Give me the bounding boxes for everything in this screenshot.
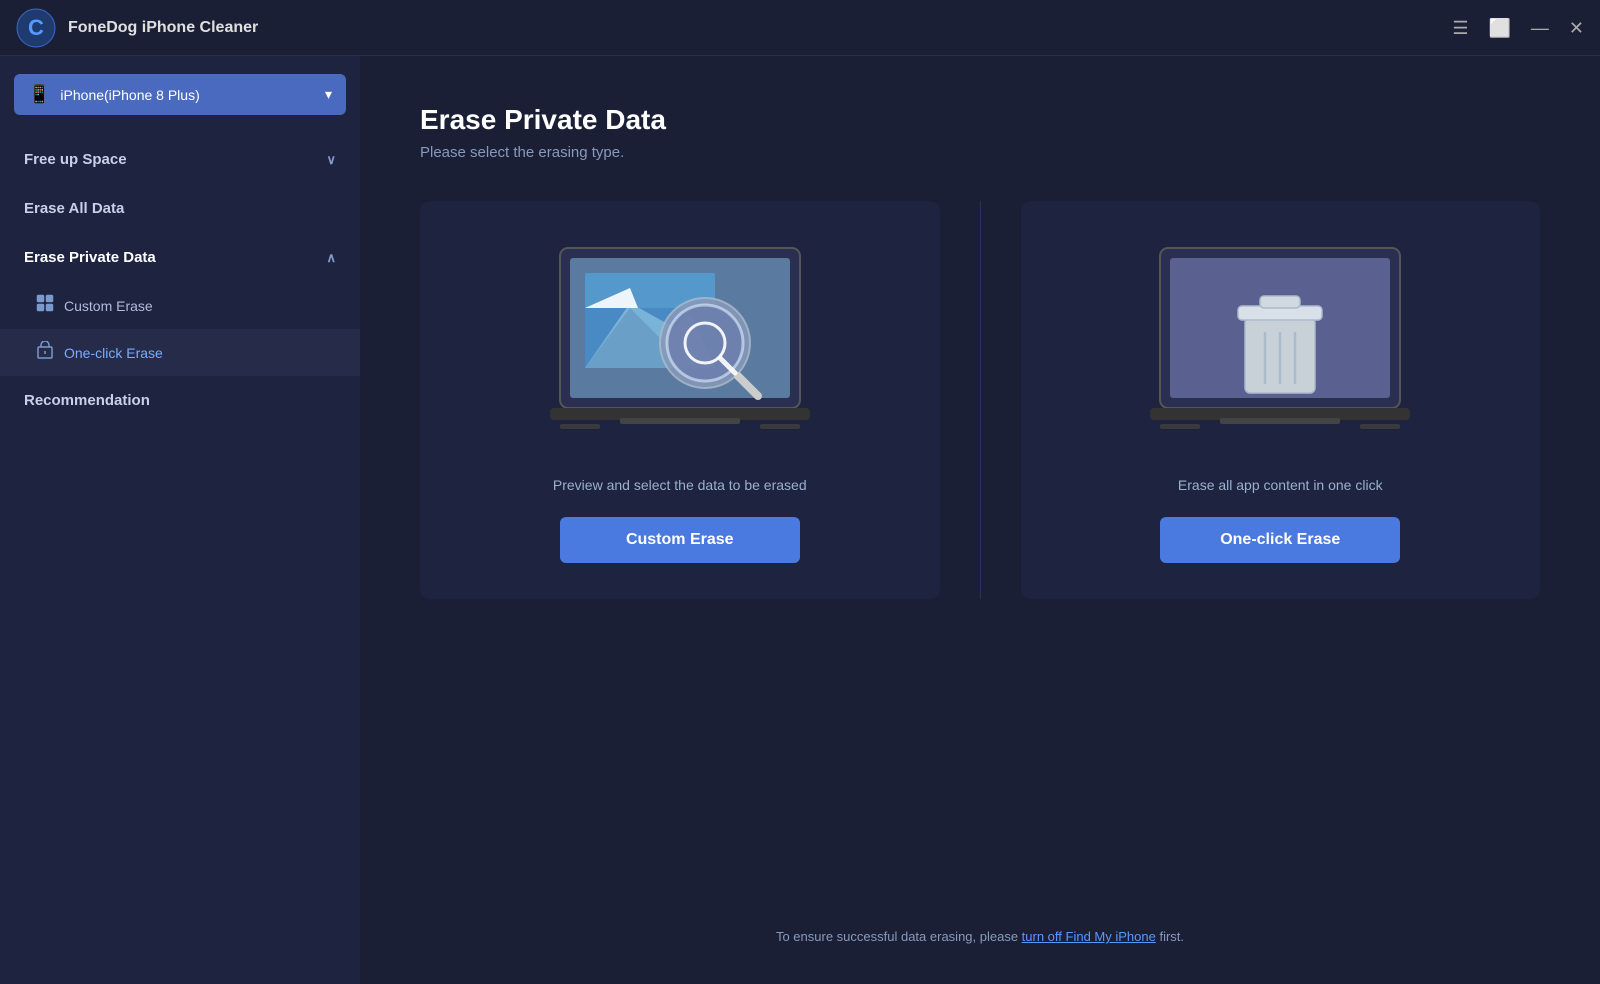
svg-text:C: C <box>28 15 44 40</box>
page-subtitle: Please select the erasing type. <box>420 144 1540 161</box>
main-layout: 📱 iPhone(iPhone 8 Plus) ▾ Free up Space … <box>0 56 1600 984</box>
sidebar-item-label-free-up-space: Free up Space <box>24 151 127 168</box>
sidebar-sub-label-custom-erase: Custom Erase <box>64 298 153 314</box>
custom-erase-icon <box>36 294 54 317</box>
device-chevron-icon: ▾ <box>325 86 332 103</box>
sidebar: 📱 iPhone(iPhone 8 Plus) ▾ Free up Space … <box>0 56 360 984</box>
device-label: iPhone(iPhone 8 Plus) <box>60 87 315 103</box>
cards-container: Preview and select the data to be erased… <box>420 201 1540 599</box>
main-content: Erase Private Data Please select the era… <box>360 56 1600 984</box>
sidebar-item-label-erase-private-data: Erase Private Data <box>24 249 156 266</box>
comment-button[interactable]: ⬜ <box>1488 19 1510 37</box>
app-title: FoneDog iPhone Cleaner <box>68 19 1452 37</box>
one-click-erase-description: Erase all app content in one click <box>1178 477 1383 493</box>
footer-note: To ensure successful data erasing, pleas… <box>420 909 1540 944</box>
sidebar-item-recommendation[interactable]: Recommendation <box>0 376 360 425</box>
custom-erase-button[interactable]: Custom Erase <box>560 517 800 563</box>
footer-note-text-before: To ensure successful data erasing, pleas… <box>776 929 1022 944</box>
custom-erase-card: Preview and select the data to be erased… <box>420 201 940 599</box>
free-up-space-chevron-icon: ∨ <box>326 152 336 168</box>
titlebar: C FoneDog iPhone Cleaner ☰ ⬜ — ✕ <box>0 0 1600 56</box>
minimize-button[interactable]: — <box>1531 19 1549 37</box>
one-click-erase-illustration <box>1130 233 1430 453</box>
find-my-iphone-link[interactable]: turn off Find My iPhone <box>1022 929 1156 944</box>
sidebar-sub-item-one-click-erase[interactable]: One-click Erase <box>0 329 360 376</box>
one-click-erase-card: Erase all app content in one click One-c… <box>1021 201 1541 599</box>
close-button[interactable]: ✕ <box>1569 19 1584 37</box>
custom-erase-laptop-svg <box>530 238 830 448</box>
window-controls: ☰ ⬜ — ✕ <box>1452 19 1584 37</box>
one-click-erase-laptop-svg <box>1130 238 1430 448</box>
cards-divider <box>980 201 981 599</box>
menu-button[interactable]: ☰ <box>1452 19 1468 37</box>
sidebar-item-label-recommendation: Recommendation <box>24 392 150 409</box>
custom-erase-illustration <box>530 233 830 453</box>
custom-erase-description: Preview and select the data to be erased <box>553 477 807 493</box>
sidebar-item-free-up-space[interactable]: Free up Space ∨ <box>0 135 360 184</box>
erase-private-data-chevron-icon: ∧ <box>326 250 336 266</box>
footer-note-text-after: first. <box>1156 929 1184 944</box>
app-logo: C <box>16 8 56 48</box>
one-click-erase-icon <box>36 341 54 364</box>
device-icon: 📱 <box>28 84 50 105</box>
sidebar-sub-item-custom-erase[interactable]: Custom Erase <box>0 282 360 329</box>
page-title: Erase Private Data <box>420 104 1540 136</box>
sidebar-item-erase-all-data[interactable]: Erase All Data <box>0 184 360 233</box>
device-selector[interactable]: 📱 iPhone(iPhone 8 Plus) ▾ <box>14 74 346 115</box>
sidebar-item-erase-private-data[interactable]: Erase Private Data ∧ <box>0 233 360 282</box>
sidebar-item-label-erase-all-data: Erase All Data <box>24 200 124 217</box>
one-click-erase-button[interactable]: One-click Erase <box>1160 517 1400 563</box>
sidebar-sub-label-one-click-erase: One-click Erase <box>64 345 163 361</box>
